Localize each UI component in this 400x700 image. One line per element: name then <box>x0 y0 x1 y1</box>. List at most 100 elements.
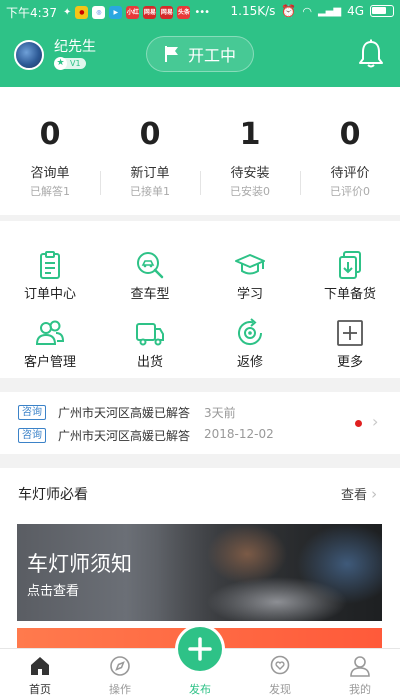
notice-tag: 咨询 <box>18 427 46 443</box>
graduation-cap-icon <box>235 254 265 275</box>
tab-home[interactable]: 首页 <box>0 649 80 700</box>
publish-button[interactable] <box>178 627 222 671</box>
plus-icon <box>188 637 212 661</box>
list-item[interactable]: 咨询 广州市天河区高媛已解答 <box>18 403 190 421</box>
home-icon <box>31 657 49 675</box>
compass-icon <box>110 656 130 676</box>
unread-dot <box>355 420 362 427</box>
banner-image <box>157 524 382 621</box>
menu-learning[interactable]: 学习 <box>200 243 300 311</box>
menu-label: 出货 <box>136 355 163 370</box>
notification-badge-2: 网易 <box>143 6 157 19</box>
status-bar: 下午4:37 ✦ ● ◎ ▶ 小红 网易 网易 头条 ••• 1.15K/s ⏰… <box>0 0 400 24</box>
banner-title: 车灯师须知 <box>27 552 132 576</box>
people-icon <box>35 320 65 345</box>
stat-to-install[interactable]: 1 待安装 已安装0 <box>200 87 300 215</box>
banner-subtitle: 点击查看 <box>27 584 80 599</box>
tab-label: 操作 <box>109 683 131 696</box>
notice-text: 广州市天河区高媛已解答 <box>58 405 191 420</box>
menu-stock-order[interactable]: 下单备货 <box>300 243 400 311</box>
tab-mine[interactable]: 我的 <box>320 649 400 700</box>
stat-value: 0 <box>339 117 361 152</box>
menu-label: 订单中心 <box>23 287 76 302</box>
notification-app-icon: ▶ <box>109 6 123 19</box>
work-status-label: 开工中 <box>187 46 236 65</box>
menu-customer[interactable]: 客户管理 <box>0 311 100 379</box>
view-more-label: 查看 <box>341 488 368 503</box>
notification-app-icon: ● <box>75 6 89 19</box>
menu-label: 下单备货 <box>323 287 376 302</box>
status-time: 下午4:37 <box>6 6 57 20</box>
net-speed: 1.15K/s <box>230 4 276 18</box>
stat-sub: 已接单1 <box>130 185 170 198</box>
notice-time: 3天前 <box>204 406 236 420</box>
chevron-right-icon[interactable]: › <box>372 412 378 431</box>
menu-repair[interactable]: 返修 <box>200 311 300 379</box>
wifi-icon: ◠ <box>302 4 312 18</box>
tab-label: 发布 <box>189 683 211 696</box>
clipboard-icon <box>40 251 60 279</box>
menu-label: 查车型 <box>130 287 170 302</box>
notice-text: 广州市天河区高媛已解答 <box>58 428 191 443</box>
menu-more[interactable]: 更多 <box>300 311 400 379</box>
notification-badge-3: 网易 <box>160 6 174 19</box>
header-bar: 纪先生 ★ V1 开工中 <box>0 24 400 87</box>
list-item[interactable]: 咨询 广州市天河区高媛已解答 <box>18 426 190 444</box>
stat-value: 0 <box>39 117 61 152</box>
menu-label: 客户管理 <box>23 355 76 370</box>
stat-label: 新订单 <box>130 166 170 181</box>
bluetooth-icon: ✦ <box>62 7 72 18</box>
bell-icon[interactable] <box>356 38 386 70</box>
notice-list[interactable]: 咨询 广州市天河区高媛已解答 3天前 咨询 广州市天河区高媛已解答 2018-1… <box>0 392 400 454</box>
work-status-button[interactable]: 开工中 <box>146 36 254 72</box>
view-more-link[interactable]: 查看 › <box>341 484 377 503</box>
stat-sub: 已评价0 <box>330 185 370 198</box>
menu-order-center[interactable]: 订单中心 <box>0 243 100 311</box>
tab-discover[interactable]: 发现 <box>240 649 320 700</box>
stat-label: 待评价 <box>330 166 370 181</box>
plus-box-icon <box>337 320 363 346</box>
menu-label: 学习 <box>236 287 263 302</box>
flag-icon <box>164 46 178 62</box>
notice-time: 2018-12-02 <box>204 427 274 441</box>
notification-badge-1: 小红 <box>126 6 140 19</box>
truck-icon <box>136 323 164 346</box>
menu-label: 返修 <box>236 355 263 370</box>
heart-chat-icon <box>270 655 290 675</box>
menu-label: 更多 <box>336 355 363 370</box>
stat-new-order[interactable]: 0 新订单 已接单1 <box>100 87 200 215</box>
level-badge: ★ V1 <box>54 57 86 70</box>
tab-operate[interactable]: 操作 <box>80 649 160 700</box>
tab-label: 发现 <box>269 683 291 696</box>
notification-app-icon: ◎ <box>92 6 106 19</box>
level-text: V1 <box>64 58 86 69</box>
repair-icon <box>238 318 263 346</box>
network-type: 4G <box>347 4 364 18</box>
battery-icon <box>370 5 394 17</box>
tab-label: 我的 <box>349 683 371 696</box>
alarm-icon: ⏰ <box>281 4 297 18</box>
car-search-icon <box>137 252 164 279</box>
stat-label: 咨询单 <box>30 166 70 181</box>
stat-consult[interactable]: 0 咨询单 已解答1 <box>0 87 100 215</box>
function-menu: 订单中心 查车型 学习 下单备货 客户管理 出货 返修 更多 <box>0 221 400 378</box>
more-dots-icon: ••• <box>194 7 210 18</box>
menu-shipping[interactable]: 出货 <box>100 311 200 379</box>
notice-tag: 咨询 <box>18 404 46 420</box>
signal-icon: ▂▄▆ <box>317 5 342 17</box>
stats-panel: 0 咨询单 已解答1 0 新订单 已接单1 1 待安装 已安装0 0 待评价 已… <box>0 87 400 215</box>
notification-badge-4: 头条 <box>177 6 191 19</box>
stat-value: 1 <box>239 117 261 152</box>
stat-sub: 已解答1 <box>30 185 70 198</box>
article-banner[interactable]: 车灯师须知 点击查看 <box>17 524 382 621</box>
avatar[interactable] <box>14 40 44 70</box>
user-icon <box>350 656 370 677</box>
stat-sub: 已安装0 <box>230 185 270 198</box>
menu-car-search[interactable]: 查车型 <box>100 243 200 311</box>
tab-label: 首页 <box>29 683 51 696</box>
stat-value: 0 <box>139 117 161 152</box>
username[interactable]: 纪先生 <box>54 36 96 56</box>
chevron-right-icon: › <box>371 485 378 503</box>
download-doc-icon <box>339 251 361 279</box>
stat-to-review[interactable]: 0 待评价 已评价0 <box>300 87 400 215</box>
